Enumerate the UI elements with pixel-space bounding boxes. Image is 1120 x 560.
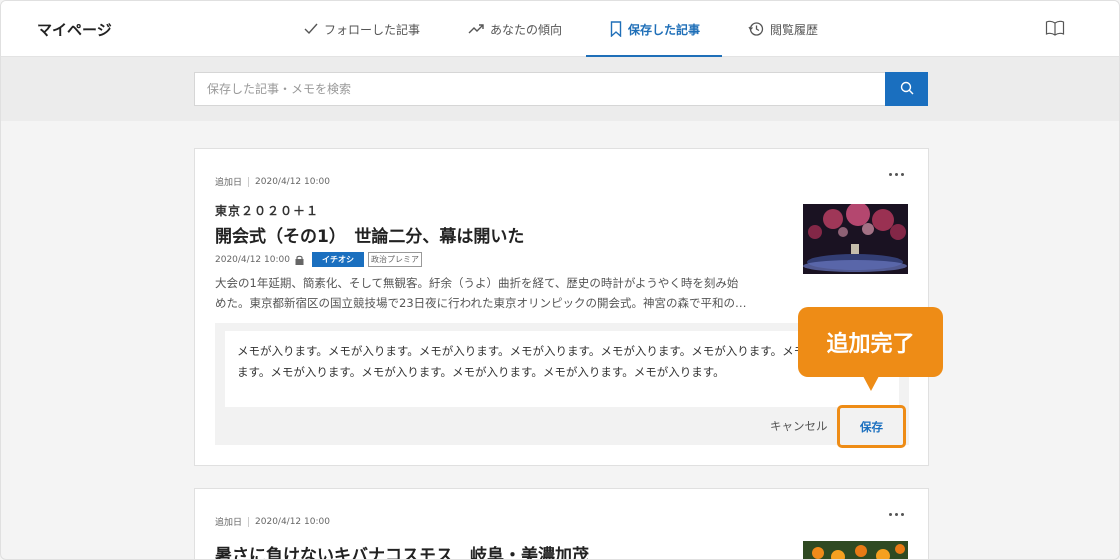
excerpt-line: 大会の1年延期、簡素化、そして無観客。紆余（うよ）曲折を経て、歴史の時計がようや… <box>215 276 739 290</box>
tab-saved-articles-label: 保存した記事 <box>628 22 701 37</box>
category-badge: 政治プレミア <box>367 252 422 267</box>
added-complete-callout: 追加完了 <box>798 307 943 377</box>
trend-icon <box>468 23 484 35</box>
tab-trends-label: あなたの傾向 <box>490 22 563 37</box>
article-title[interactable]: 開会式（その1） 世論二分、幕は開いた <box>215 222 524 247</box>
search-button[interactable] <box>885 72 928 106</box>
added-label: 追加日 <box>215 518 243 528</box>
search-input[interactable] <box>194 72 886 106</box>
more-options-icon[interactable] <box>889 513 904 516</box>
added-date-row: 追加日 2020/4/12 10:00 <box>215 175 330 188</box>
added-date-row: 追加日 2020/4/12 10:00 <box>215 515 330 528</box>
cancel-button[interactable]: キャンセル <box>770 418 828 434</box>
search-bar <box>1 57 1119 121</box>
added-date: 2020/4/12 10:00 <box>255 516 330 527</box>
brand-title[interactable]: マイページ <box>37 19 112 40</box>
divider <box>248 176 250 187</box>
added-date: 2020/4/12 10:00 <box>255 176 330 187</box>
tab-following[interactable]: フォローした記事 <box>304 1 420 57</box>
article-thumbnail[interactable] <box>803 541 908 559</box>
lock-icon <box>295 255 304 265</box>
article-meta: 2020/4/12 10:00 イチオシ 政治プレミア <box>215 252 422 267</box>
added-label: 追加日 <box>215 178 243 188</box>
more-options-icon[interactable] <box>889 173 904 176</box>
tab-saved-articles[interactable]: 保存した記事 <box>585 1 723 58</box>
memo-line: ます。メモが入ります。メモが入ります。メモが入ります。メモが入ります。メモが入り… <box>237 365 725 379</box>
article-excerpt[interactable]: 大会の1年延期、簡素化、そして無観客。紆余（うよ）曲折を経て、歴史の時計がようや… <box>215 273 775 313</box>
check-icon <box>304 23 318 35</box>
callout-tail <box>863 376 879 391</box>
book-icon[interactable] <box>1045 20 1065 40</box>
published-date: 2020/4/12 10:00 <box>215 254 290 265</box>
divider <box>248 516 250 527</box>
article-thumbnail[interactable] <box>803 204 908 274</box>
search-icon <box>900 80 914 99</box>
top-nav: マイページ フォローした記事 あなたの傾向 保存した記事 閲覧履歴 <box>1 1 1119 58</box>
tab-following-label: フォローした記事 <box>324 22 421 37</box>
pickup-badge: イチオシ <box>311 252 364 267</box>
page: マイページ フォローした記事 あなたの傾向 保存した記事 閲覧履歴 保存した記事… <box>0 0 1120 560</box>
bookmark-icon <box>610 21 622 37</box>
history-icon <box>748 21 764 37</box>
tab-trends[interactable]: あなたの傾向 <box>468 1 562 57</box>
save-button[interactable]: 保存 <box>837 405 906 448</box>
tab-history-label: 閲覧履歴 <box>770 22 819 37</box>
memo-line: メモが入ります。メモが入ります。メモが入ります。メモが入ります。メモが入ります。… <box>237 344 840 358</box>
tab-history[interactable]: 閲覧履歴 <box>748 1 818 57</box>
article-title[interactable]: 暑さに負けないキバナコスモス 岐阜・美濃加茂 <box>215 541 589 559</box>
excerpt-line: めた。東京都新宿区の国立競技場で23日夜に行われた東京オリンピックの開会式。神宮… <box>215 296 747 310</box>
article-series[interactable]: 東京２０２０＋１ <box>215 202 319 219</box>
saved-article-card: 追加日 2020/4/12 10:00 暑さに負けないキバナコスモス 岐阜・美濃… <box>194 488 929 559</box>
